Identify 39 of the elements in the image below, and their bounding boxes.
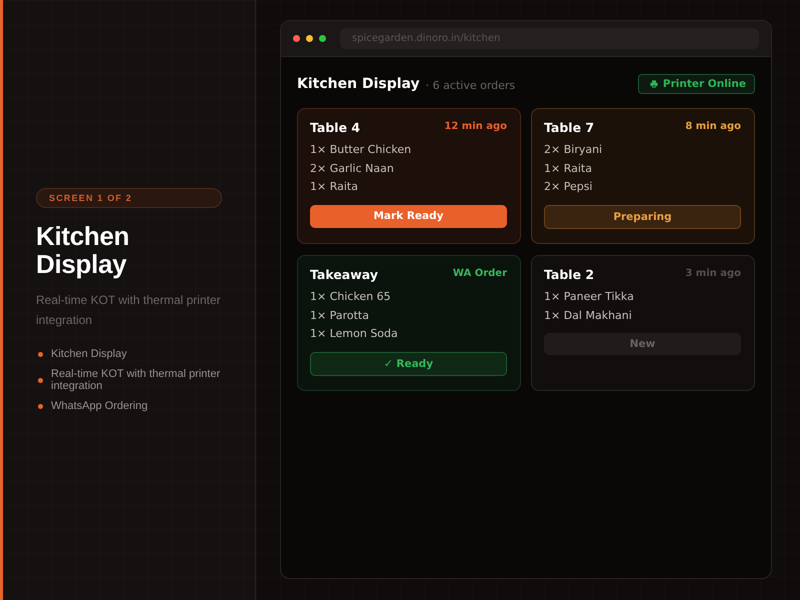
order-item: 1× Dal Makhani — [544, 308, 633, 324]
order-name: Table 7 — [544, 120, 594, 136]
panel-description: Real-time KOT with thermal printer integration — [36, 292, 222, 329]
bullet-icon — [38, 404, 43, 408]
order-item: 2× Garlic Naan — [310, 160, 395, 176]
order-item: 2× Biryani — [544, 142, 604, 158]
order-meta: WA Order — [452, 267, 507, 281]
feature-item: Real-time KOT with thermal printer integration — [51, 368, 222, 392]
page-title: Kitchen Display — [297, 76, 420, 92]
order-meta: 3 min ago — [685, 267, 741, 281]
maximize-dot-icon[interactable] — [319, 35, 326, 42]
order-item: 1× Parotta — [310, 308, 370, 324]
order-name: Takeaway — [310, 267, 378, 283]
status-button[interactable]: ✓ Ready — [310, 352, 507, 376]
panel-title: Kitchen Display — [36, 222, 130, 278]
minimize-dot-icon[interactable] — [306, 35, 313, 42]
bullet-icon — [38, 352, 43, 356]
order-item: 1× Chicken 65 — [310, 289, 392, 305]
bullet-icon — [38, 378, 43, 382]
order-item: 2× Pepsi — [544, 179, 594, 195]
order-item: 1× Paneer Tikka — [544, 289, 635, 305]
feature-item: Kitchen Display — [51, 348, 127, 360]
printer-icon — [650, 80, 658, 88]
order-count: · 6 active orders — [426, 78, 516, 92]
order-meta: 12 min ago — [444, 120, 507, 134]
order-name: Table 2 — [544, 267, 594, 283]
status-button[interactable]: New — [544, 333, 741, 355]
feature-item: WhatsApp Ordering — [51, 400, 148, 412]
order-item: 1× Raita — [310, 179, 359, 195]
printer-status-badge: Printer Online — [638, 74, 755, 94]
order-item: 1× Raita — [544, 160, 593, 176]
order-item: 1× Butter Chicken — [310, 142, 412, 158]
order-meta: 8 min ago — [685, 120, 741, 134]
order-name: Table 4 — [310, 120, 360, 136]
mark-ready-button[interactable]: Mark Ready — [310, 204, 507, 228]
close-dot-icon[interactable] — [293, 35, 300, 42]
screen-badge: SCREEN 1 OF 2 — [36, 188, 222, 208]
order-item: 1× Lemon Soda — [310, 326, 399, 342]
status-button[interactable]: Preparing — [544, 204, 741, 228]
